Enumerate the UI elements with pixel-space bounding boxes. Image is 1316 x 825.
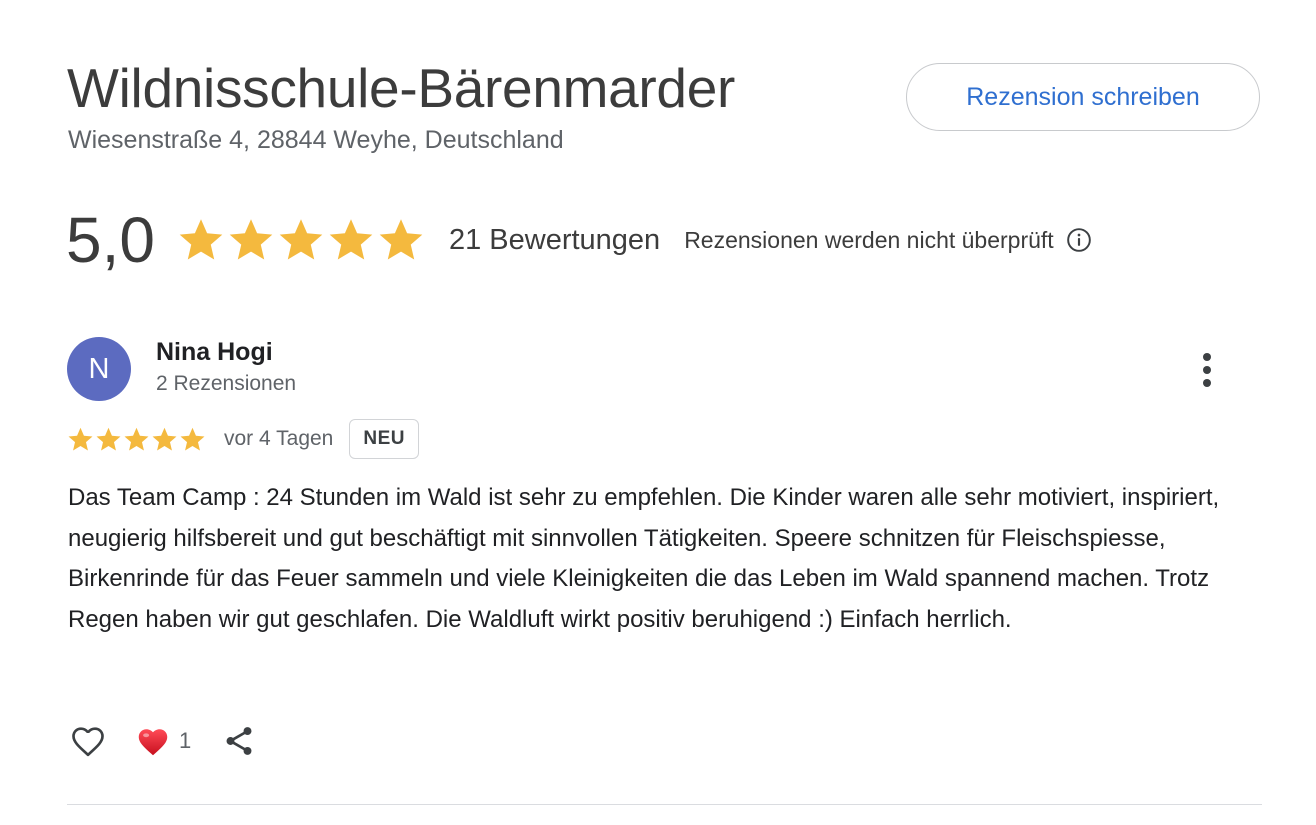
reviewer-review-count: 2 Rezensionen bbox=[156, 372, 297, 395]
review-text: Das Team Camp : 24 Stunden im Wald ist s… bbox=[68, 484, 1220, 633]
average-stars bbox=[177, 216, 425, 264]
star-icon bbox=[96, 427, 121, 450]
review-stars bbox=[67, 426, 206, 453]
review-date: vor 4 Tagen bbox=[224, 427, 334, 450]
more-vert-icon[interactable] bbox=[1190, 346, 1224, 394]
review-meta: vor 4 Tagen NEU bbox=[67, 418, 419, 460]
reaction-count: 1 bbox=[179, 728, 192, 753]
avatar[interactable]: N bbox=[67, 337, 131, 401]
new-badge: NEU bbox=[349, 419, 419, 459]
star-icon bbox=[179, 219, 223, 260]
write-review-button[interactable]: Rezension schreiben bbox=[906, 63, 1260, 131]
share-icon[interactable] bbox=[221, 721, 257, 761]
star-icon bbox=[152, 427, 177, 450]
star-icon bbox=[124, 427, 149, 450]
star-icon bbox=[180, 427, 205, 450]
reviewer-name[interactable]: Nina Hogi bbox=[156, 338, 273, 367]
review-actions: 1 bbox=[67, 718, 257, 764]
star-icon bbox=[379, 219, 423, 260]
average-rating: 5,0 bbox=[66, 204, 155, 276]
star-icon bbox=[329, 219, 373, 260]
info-icon[interactable] bbox=[1066, 227, 1092, 253]
rating-count[interactable]: 21 Bewertungen bbox=[449, 224, 660, 257]
star-icon bbox=[229, 219, 273, 260]
not-verified-label: Rezensionen werden nicht überprüft bbox=[684, 226, 1054, 253]
rating-summary: 5,0 21 Bewertungen Rezensionen werden ni… bbox=[66, 200, 1092, 280]
page-title: Wildnisschule-Bärenmarder bbox=[67, 57, 736, 119]
heart-outline-icon[interactable] bbox=[67, 720, 109, 762]
reaction-heart[interactable]: 1 bbox=[135, 724, 191, 758]
red-heart-icon bbox=[138, 729, 168, 756]
star-icon bbox=[279, 219, 323, 260]
star-icon bbox=[68, 427, 93, 450]
divider bbox=[67, 804, 1262, 805]
place-address: Wiesenstraße 4, 28844 Weyhe, Deutschland bbox=[68, 126, 564, 154]
